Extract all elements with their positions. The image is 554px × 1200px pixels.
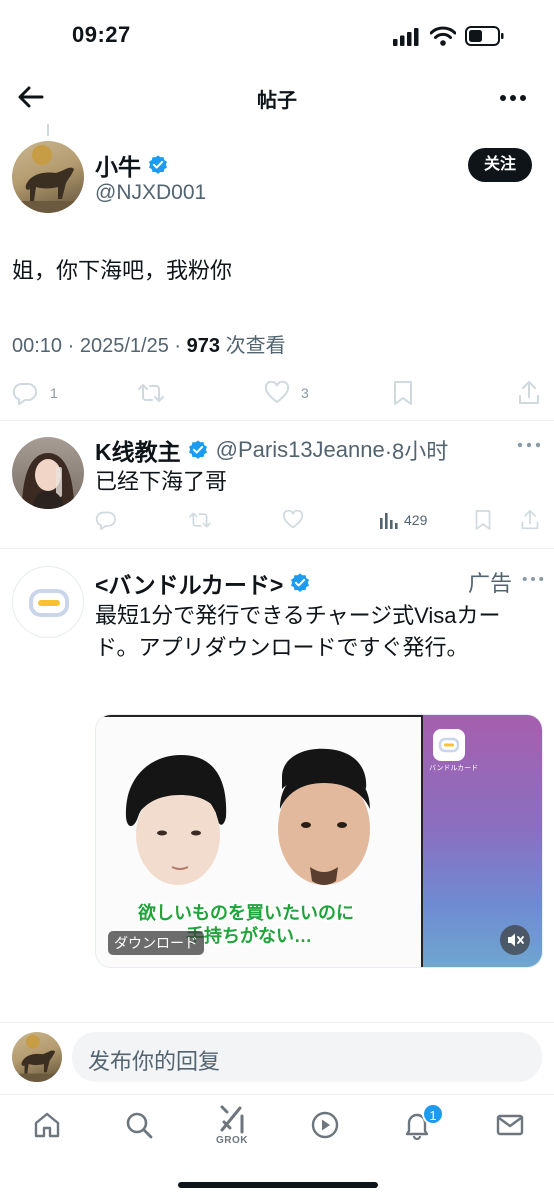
- meta-separator: ·: [67, 335, 75, 357]
- phone-app-label: バンドルカード: [429, 765, 479, 772]
- post-time: 00:10: [12, 335, 63, 357]
- reply-share-button[interactable]: [520, 509, 540, 531]
- reply-like-button[interactable]: [282, 510, 304, 530]
- page-title: 帖子: [257, 90, 297, 112]
- reply-action[interactable]: 1: [12, 381, 58, 405]
- reply-views[interactable]: 429: [378, 510, 427, 530]
- verified-badge-icon: [289, 572, 311, 594]
- more-options-button[interactable]: [498, 88, 528, 108]
- reply-count: 1: [50, 385, 58, 401]
- divider: [0, 420, 554, 421]
- reply-handle[interactable]: @Paris13Jeanne: [216, 437, 385, 463]
- reply-input-placeholder: 发布你的回复: [88, 1049, 221, 1074]
- home-tab-icon[interactable]: [32, 1110, 62, 1140]
- divider: [0, 548, 554, 549]
- ad-header: <バンドルカード>: [95, 566, 311, 600]
- post-text: 姐，你下海吧，我粉你: [12, 258, 233, 283]
- verified-badge-icon: [187, 439, 209, 461]
- battery-icon: [465, 26, 505, 46]
- reply-views-count: 429: [404, 512, 428, 528]
- meta-separator: ·: [174, 335, 182, 357]
- notification-badge: 1: [422, 1103, 444, 1125]
- divider: [0, 1022, 554, 1023]
- grok-tab-label: GROK: [216, 1135, 248, 1146]
- verified-badge-icon: [147, 154, 169, 176]
- reply-text: 已经下海了哥: [95, 469, 228, 494]
- messages-tab-icon[interactable]: [495, 1110, 525, 1140]
- video-subtitle-line2: 手持ちがない…: [186, 926, 312, 946]
- heart-icon: [264, 381, 290, 405]
- reply-reply-button[interactable]: [95, 510, 117, 530]
- wifi-icon: [430, 26, 456, 46]
- reply-avatar[interactable]: [12, 437, 84, 509]
- like-action[interactable]: 3: [264, 381, 309, 405]
- like-count: 3: [301, 385, 309, 401]
- cellular-signal-icon: [393, 28, 419, 46]
- phone-app-icon: [433, 729, 465, 761]
- grok-icon: [218, 1104, 246, 1134]
- status-time: 09:27: [72, 22, 131, 47]
- views-label: 次查看: [225, 335, 286, 357]
- reply-bookmark-button[interactable]: [474, 509, 492, 531]
- download-button[interactable]: ダウンロード: [108, 931, 204, 955]
- avatar[interactable]: [12, 141, 84, 213]
- search-tab-icon[interactable]: [124, 1110, 154, 1140]
- reply-time: ·8小时: [384, 439, 449, 464]
- post-author[interactable]: 小牛: [95, 148, 169, 182]
- reply-icon: [12, 381, 38, 405]
- home-indicator: [178, 1182, 378, 1188]
- ad-author-name[interactable]: <バンドルカード>: [95, 566, 283, 600]
- composer-avatar[interactable]: [12, 1032, 62, 1082]
- post-date: 2025/1/25: [79, 335, 169, 357]
- author-handle[interactable]: @NJXD001: [95, 181, 206, 205]
- mute-button[interactable]: [500, 925, 530, 955]
- grok-tab[interactable]: GROK: [212, 1104, 252, 1148]
- repost-button[interactable]: [137, 381, 165, 405]
- ad-label: 广告: [468, 571, 513, 596]
- share-button[interactable]: [517, 380, 541, 406]
- thread-line: [47, 124, 49, 136]
- views-count: 973: [186, 335, 221, 357]
- post-meta: 00:10 · 2025/1/25 · 973 次查看: [12, 329, 286, 358]
- follow-button[interactable]: 关注: [468, 148, 532, 182]
- ad-text: 最短1分で発行できるチャージ式Visaカード。アプリダウンロードですぐ発行。: [95, 603, 501, 660]
- author-name[interactable]: 小牛: [95, 148, 141, 182]
- reply-author-name[interactable]: K线教主: [95, 433, 181, 467]
- reply-input[interactable]: 发布你的回复: [72, 1032, 542, 1082]
- bookmark-button[interactable]: [392, 380, 414, 406]
- video-tab-icon[interactable]: [310, 1110, 340, 1140]
- analytics-icon: [378, 510, 398, 530]
- ad-more-icon[interactable]: [522, 574, 544, 584]
- reply-more-icon[interactable]: [517, 440, 541, 450]
- reply-repost-button[interactable]: [188, 510, 212, 530]
- divider: [0, 1094, 554, 1095]
- ad-avatar[interactable]: [12, 566, 84, 638]
- ad-media[interactable]: バンドルカード 欲しいものを買いたいのに 手持ちがない… ダウンロード: [95, 714, 543, 968]
- reply-header: K线教主 @Paris13Jeanne ·8小时: [95, 433, 448, 467]
